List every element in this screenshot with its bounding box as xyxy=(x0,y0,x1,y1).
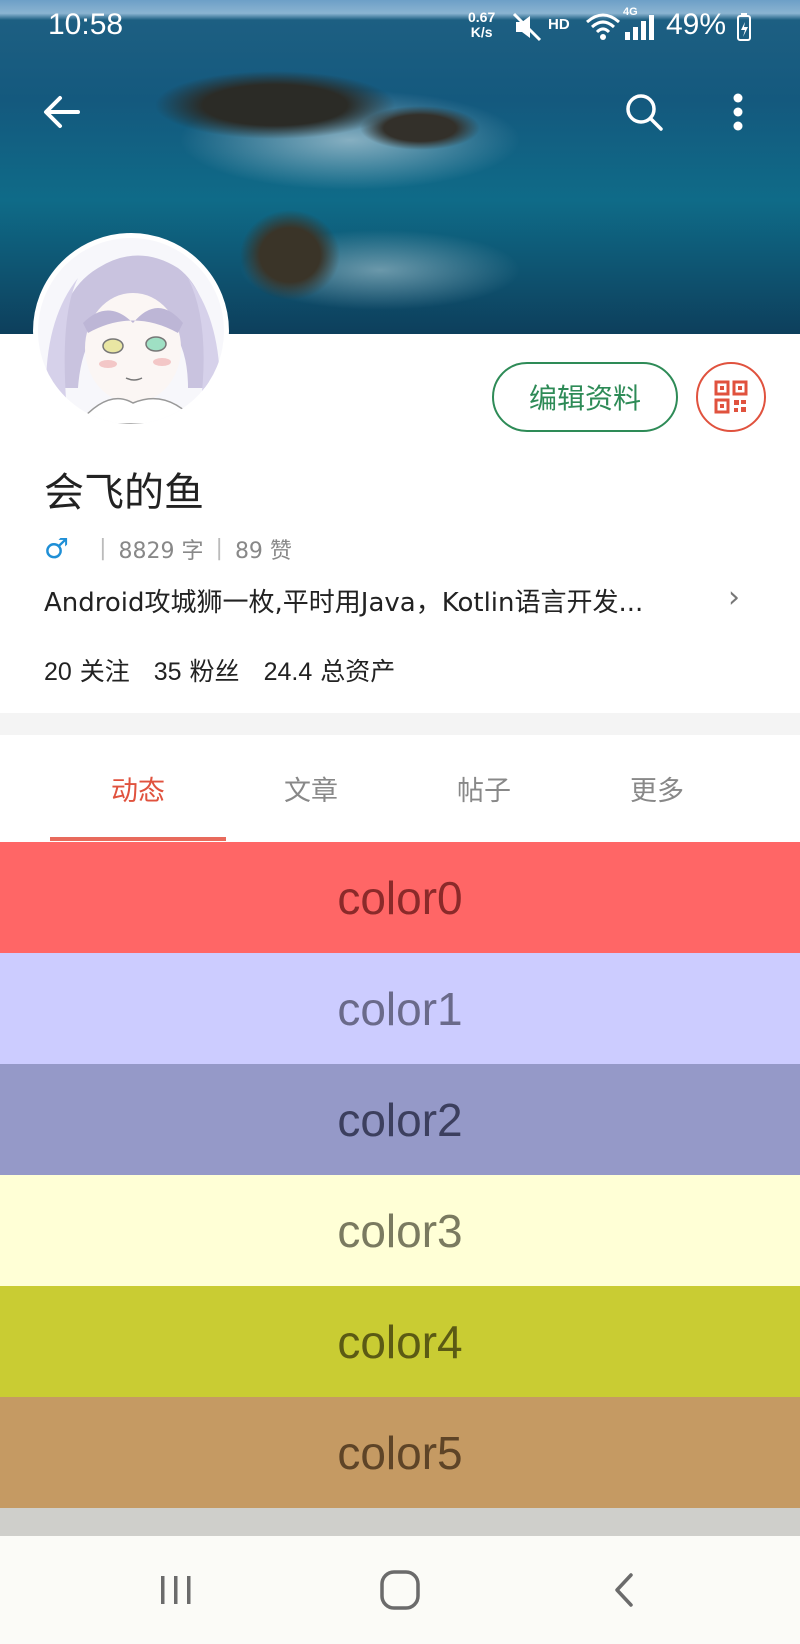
list-item[interactable]: color4 xyxy=(0,1286,800,1397)
search-icon xyxy=(626,94,663,131)
male-icon: ♂ xyxy=(44,532,70,565)
list-item[interactable]: color5 xyxy=(0,1397,800,1508)
tab-dynamics[interactable]: 动态 xyxy=(50,735,226,841)
recents-button[interactable] xyxy=(136,1560,216,1620)
home-button[interactable] xyxy=(360,1560,440,1620)
wifi-icon xyxy=(586,13,620,40)
following-stat[interactable]: 20 关注 xyxy=(44,652,130,688)
battery-percent: 49% xyxy=(666,8,727,41)
like-count: 89 赞 xyxy=(234,538,292,564)
followers-stat[interactable]: 35 粉丝 xyxy=(154,652,240,688)
tab-more[interactable]: 更多 xyxy=(569,735,745,841)
tab-posts[interactable]: 帖子 xyxy=(396,735,572,841)
list-item[interactable]: color2 xyxy=(0,1064,800,1175)
hd-badge: HD xyxy=(548,16,570,33)
tab-articles[interactable]: 文章 xyxy=(223,735,399,841)
battery-icon xyxy=(737,13,751,41)
back-button[interactable] xyxy=(34,84,90,140)
signal-icon xyxy=(625,15,654,40)
follow-stats: 20 关注 35 粉丝 24.4 总资产 xyxy=(44,652,395,688)
search-button[interactable] xyxy=(616,84,672,140)
bio-text[interactable]: Android攻城狮一枚,平时用Java，Kotlin语言开发... xyxy=(44,582,714,619)
mute-icon xyxy=(512,12,542,42)
assets-stat[interactable]: 24.4 总资产 xyxy=(264,652,396,688)
chevron-left-icon xyxy=(615,1573,633,1607)
word-count: 8829 字 xyxy=(118,538,204,564)
anime-avatar-image xyxy=(38,238,224,424)
back-arrow-icon xyxy=(44,96,80,128)
more-vert-icon xyxy=(733,93,743,131)
home-icon xyxy=(380,1570,420,1610)
back-nav-button[interactable] xyxy=(584,1560,664,1620)
recents-icon xyxy=(161,1576,191,1604)
more-options-button[interactable] xyxy=(710,84,766,140)
profile-tabs: 动态 文章 帖子 更多 xyxy=(0,735,800,841)
list-item[interactable]: color0 xyxy=(0,842,800,953)
network-speed: 0.67 K/s xyxy=(468,9,496,40)
chevron-right-icon[interactable]: › xyxy=(728,580,740,615)
system-nav-bar xyxy=(0,1536,800,1644)
list-item[interactable]: color1 xyxy=(0,953,800,1064)
divider: | xyxy=(215,536,223,561)
section-divider xyxy=(0,713,800,735)
color-list: color0 color1 color2 color3 color4 color… xyxy=(0,842,800,1508)
edit-profile-button[interactable]: 编辑资料 xyxy=(492,362,678,432)
username: 会飞的鱼 xyxy=(44,470,204,516)
qr-code-button[interactable] xyxy=(696,362,766,432)
status-time: 10:58 xyxy=(48,8,124,41)
status-bar: 10:58 0.67 K/s HD 4G 49% xyxy=(0,0,800,58)
tab-indicator xyxy=(50,837,226,841)
divider: | xyxy=(99,536,107,561)
qr-code-icon xyxy=(714,380,748,414)
list-item[interactable]: color3 xyxy=(0,1175,800,1286)
profile-stats: ♂ | 8829 字 | 89 赞 xyxy=(44,532,292,565)
avatar[interactable] xyxy=(33,233,229,429)
list-item-partial xyxy=(0,1508,800,1536)
